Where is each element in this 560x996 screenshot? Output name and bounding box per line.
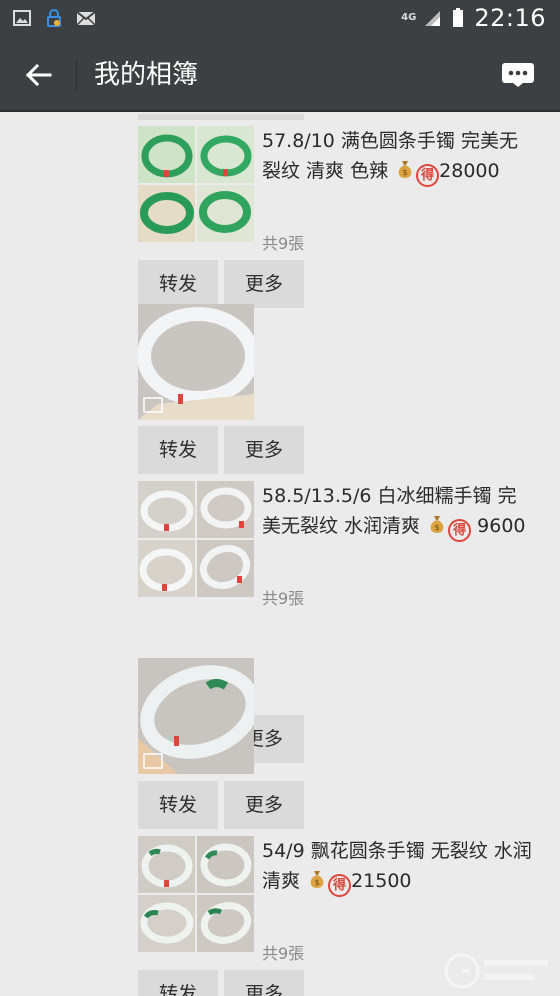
battery-icon xyxy=(448,8,468,28)
money-bag-icon: $ xyxy=(398,161,412,178)
forward-button[interactable]: 转发 xyxy=(138,781,218,829)
price-value: 28000 xyxy=(439,160,500,182)
forward-button[interactable]: 转发 xyxy=(138,260,218,308)
photo-thumbnail[interactable] xyxy=(138,540,195,597)
svg-text:$: $ xyxy=(435,523,440,532)
image-count: 共9張 xyxy=(262,234,305,253)
more-button[interactable]: 更多 xyxy=(224,781,304,829)
album-feed[interactable]: 57.8/10 满色圆条手镯 完美无裂纹 清爽 色辣 $ 得 28000 共9張 转… xyxy=(0,114,560,996)
photo-thumbnail[interactable] xyxy=(197,126,254,183)
top-navigation-bar: 我的相簿 xyxy=(0,38,560,112)
money-bag-icon: $ xyxy=(310,871,324,888)
photo-thumbnail[interactable] xyxy=(138,481,195,538)
post-caption: 57.8/10 满色圆条手镯 完美无裂纹 清爽 色辣 $ 得 28000 xyxy=(262,126,534,187)
svg-text:$: $ xyxy=(315,878,320,887)
arrow-left-icon xyxy=(25,63,52,87)
de-emoji-icon: 得 xyxy=(448,519,472,542)
more-button[interactable]: 更多 xyxy=(224,260,304,308)
photo-thumbnail[interactable] xyxy=(197,540,254,597)
photo-thumbnail[interactable] xyxy=(197,481,254,538)
signal-icon xyxy=(422,8,442,28)
album-post: 57.8/10 满色圆条手镯 完美无裂纹 清爽 色辣 $ 得 28000 共9張 转… xyxy=(138,126,538,308)
previous-post-buttons-edge xyxy=(138,114,304,120)
photo-thumbnail[interactable] xyxy=(138,895,195,952)
vpn-lock-icon xyxy=(44,8,64,28)
status-bar: 4G 22:16 xyxy=(0,0,560,38)
gallery-icon xyxy=(12,8,32,28)
page-title: 我的相簿 xyxy=(94,60,199,90)
de-emoji-icon: 得 xyxy=(416,164,440,187)
forward-button[interactable]: 转发 xyxy=(138,970,218,996)
more-button[interactable]: 更多 xyxy=(224,426,304,474)
photo-thumbnail[interactable] xyxy=(138,185,195,242)
forward-button[interactable]: 转发 xyxy=(138,426,218,474)
more-button[interactable]: 更多 xyxy=(224,970,304,996)
image-grid[interactable] xyxy=(138,126,254,242)
album-post: 转发 更多 xyxy=(138,304,538,474)
post-caption: 58.5/13.5/6 白冰细糯手镯 完美无裂纹 水润清爽 $ 得 9600 xyxy=(262,481,534,542)
album-post: 58.5/13.5/6 白冰细糯手镯 完美无裂纹 水润清爽 $ 得 9600 共9… xyxy=(138,481,538,661)
clock: 22:16 xyxy=(474,4,546,32)
album-post: 转发 更多 xyxy=(138,658,538,829)
photo-thumbnail[interactable] xyxy=(138,304,254,420)
photo-thumbnail[interactable] xyxy=(197,895,254,952)
post-caption: 54/9 飘花圆条手镯 无裂纹 水润清爽 $ 得 21500 xyxy=(262,836,534,897)
price-value: 21500 xyxy=(351,870,412,892)
image-grid[interactable] xyxy=(138,836,254,952)
photo-thumbnail[interactable] xyxy=(138,126,195,183)
image-grid[interactable] xyxy=(138,481,254,597)
money-bag-icon: $ xyxy=(430,516,444,533)
site-watermark-logo xyxy=(442,950,552,992)
network-type: 4G xyxy=(401,12,417,23)
mail-icon xyxy=(76,8,96,28)
svg-text:$: $ xyxy=(403,168,408,177)
more-dots-icon xyxy=(502,63,534,87)
de-emoji-icon: 得 xyxy=(328,874,352,897)
more-options-button[interactable] xyxy=(500,60,536,90)
photo-thumbnail[interactable] xyxy=(138,836,195,893)
price-value: 9600 xyxy=(477,515,526,537)
image-count: 共9張 xyxy=(262,944,305,963)
nav-divider xyxy=(76,60,77,90)
image-count: 共9張 xyxy=(262,589,305,608)
photo-thumbnail[interactable] xyxy=(138,658,254,774)
photo-thumbnail[interactable] xyxy=(197,836,254,893)
photo-thumbnail[interactable] xyxy=(197,185,254,242)
back-button[interactable] xyxy=(18,56,58,94)
